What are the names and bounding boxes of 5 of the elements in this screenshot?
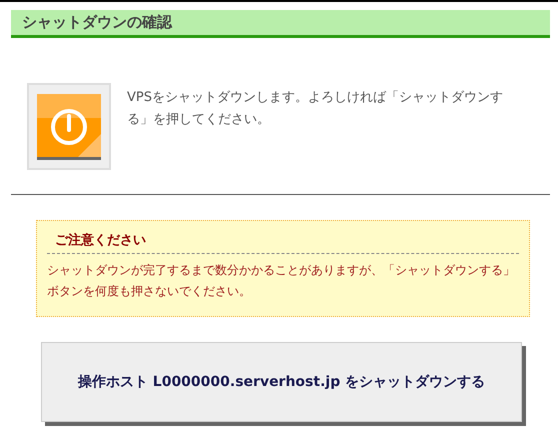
notice-title: ご注意ください: [47, 231, 519, 254]
notice-text: シャットダウンが完了するまで数分かかることがありますが、「シャットダウンする」ボタンを何度も押さないでください。: [47, 262, 516, 300]
power-icon: [27, 83, 111, 170]
section-heading: シャットダウンの確認: [11, 10, 550, 38]
confirmation-message: VPSをシャットダウンします。よろしければ「シャットダウンする」を押してください。: [127, 89, 504, 129]
